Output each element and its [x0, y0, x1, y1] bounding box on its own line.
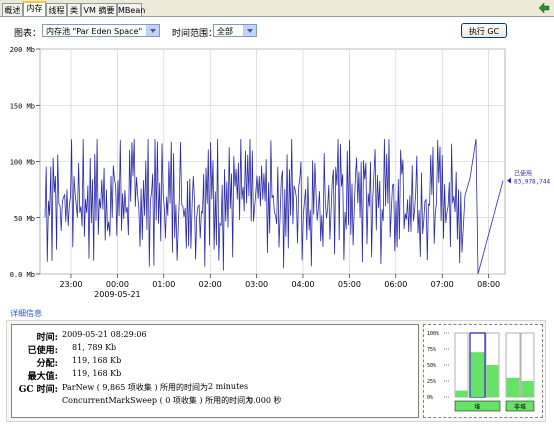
max-label: 最大值: — [27, 372, 58, 382]
gc-parnew-time: 2 minutes — [208, 382, 249, 391]
time-range-select[interactable]: 全部 — [213, 24, 257, 37]
time-value: 2009-05-21 08:29:06 — [62, 330, 147, 339]
chart-select[interactable]: 内存池 "Par Eden Space" — [42, 24, 160, 37]
y-tick-label: 0.0 Mb — [10, 271, 35, 279]
gc-cms-text: ConcurrentMarkSweep ( 0 项收集 ) 所用的时间为 — [62, 396, 254, 405]
tab-overview[interactable]: 概述 — [2, 3, 23, 16]
chevron-down-icon[interactable] — [243, 25, 256, 36]
committed-value: 119, 168 Kb — [72, 356, 122, 365]
used-value: 81, 789 Kb — [72, 343, 117, 352]
details-panel: 时间: 2009-05-21 08:29:06 已使用: 81, 789 Kb … — [6, 320, 546, 422]
tab-mbean[interactable]: MBean — [117, 3, 145, 16]
pool-bar-chart: 100% 75% 50% 25% 0% 堆 非堆 — [427, 331, 535, 412]
tab-classes[interactable]: 类 — [67, 3, 81, 16]
y-tick-label: 100 Mb — [10, 159, 35, 167]
gc-cms-time: 0.000 秒 — [248, 396, 282, 405]
pct-label: 50% — [427, 363, 436, 369]
pct-label: 25% — [427, 379, 436, 385]
time-range-value: 全部 — [217, 27, 233, 36]
x-tick-label: 06:00 — [384, 280, 407, 289]
x-tick-label: 05:00 — [338, 280, 361, 289]
current-value-marker-icon — [507, 177, 511, 184]
heap-label: 堆 — [474, 403, 480, 411]
memory-chart-svg: 200 Mb 150 Mb 100 Mb 50 Mb 0.0 Mb 23:00 00:00 0… — [10, 46, 551, 299]
x-tick-label: 07:00 — [431, 280, 454, 289]
gc-parnew-text: ParNew ( 9,865 项收集 ) 所用的时间为 — [62, 383, 209, 392]
chart-label: 图表： — [14, 29, 42, 39]
x-tick-label: 23:00 — [59, 280, 82, 289]
used-label: 已使用: — [27, 346, 58, 356]
details-title: 详细信息 — [10, 309, 42, 318]
chart-select-value: 内存池 "Par Eden Space" — [46, 27, 143, 36]
committed-label: 分配: — [36, 359, 58, 369]
gc-time-label: GC 时间: — [18, 385, 58, 395]
pct-label: 0% — [427, 395, 433, 401]
time-range-label: 时间范围： — [172, 29, 218, 39]
x-tick-label: 02:00 — [199, 280, 222, 289]
nonheap-label: 非堆 — [514, 403, 526, 411]
heap-pool-1-frame — [454, 332, 469, 398]
x-date-label: 2009-05-21 — [94, 290, 141, 299]
x-tick-label: 00:00 — [106, 280, 129, 289]
memory-pool-bars: 100% 75% 50% 25% 0% 堆 非堆 — [423, 324, 543, 418]
time-label: 时间: — [36, 333, 58, 343]
nonheap-pool-2-fill — [521, 381, 534, 397]
x-tick-label: 04:00 — [291, 280, 314, 289]
x-tick-label: 01:00 — [152, 280, 175, 289]
series-value-label: 83,978,744 — [514, 179, 551, 186]
details-box: 时间: 2009-05-21 08:29:06 已使用: 81, 789 Kb … — [11, 324, 419, 418]
pct-label: 75% — [427, 347, 436, 353]
tab-bar: 概述 内存 线程 类 VM 摘要 MBean — [0, 0, 554, 17]
series-name-label: 已使用 — [514, 170, 532, 178]
y-tick-label: 200 Mb — [10, 46, 35, 54]
perform-gc-button[interactable]: 执行 GC — [461, 23, 507, 38]
y-tick-label: 150 Mb — [10, 102, 35, 110]
tab-memory[interactable]: 内存 — [23, 1, 46, 17]
y-tick-label: 50 Mb — [14, 215, 35, 223]
tab-threads[interactable]: 线程 — [46, 3, 67, 16]
heap-pool-2-fill — [470, 352, 485, 397]
nonheap-pool-1-fill — [506, 377, 520, 397]
x-tick-label: 03:00 — [245, 280, 268, 289]
max-value: 119, 168 Kb — [72, 369, 122, 378]
chevron-down-icon[interactable] — [146, 25, 159, 36]
detach-arrow-icon[interactable] — [538, 2, 550, 14]
x-tick-label: 08:00 — [477, 280, 500, 289]
tab-vm-summary[interactable]: VM 摘要 — [81, 3, 117, 16]
pct-label: 100% — [427, 331, 439, 337]
memory-chart: 200 Mb 150 Mb 100 Mb 50 Mb 0.0 Mb 23:00 00:00 0… — [0, 40, 554, 308]
heap-pool-1-fill — [455, 390, 468, 397]
heap-pool-3-fill — [486, 365, 499, 397]
